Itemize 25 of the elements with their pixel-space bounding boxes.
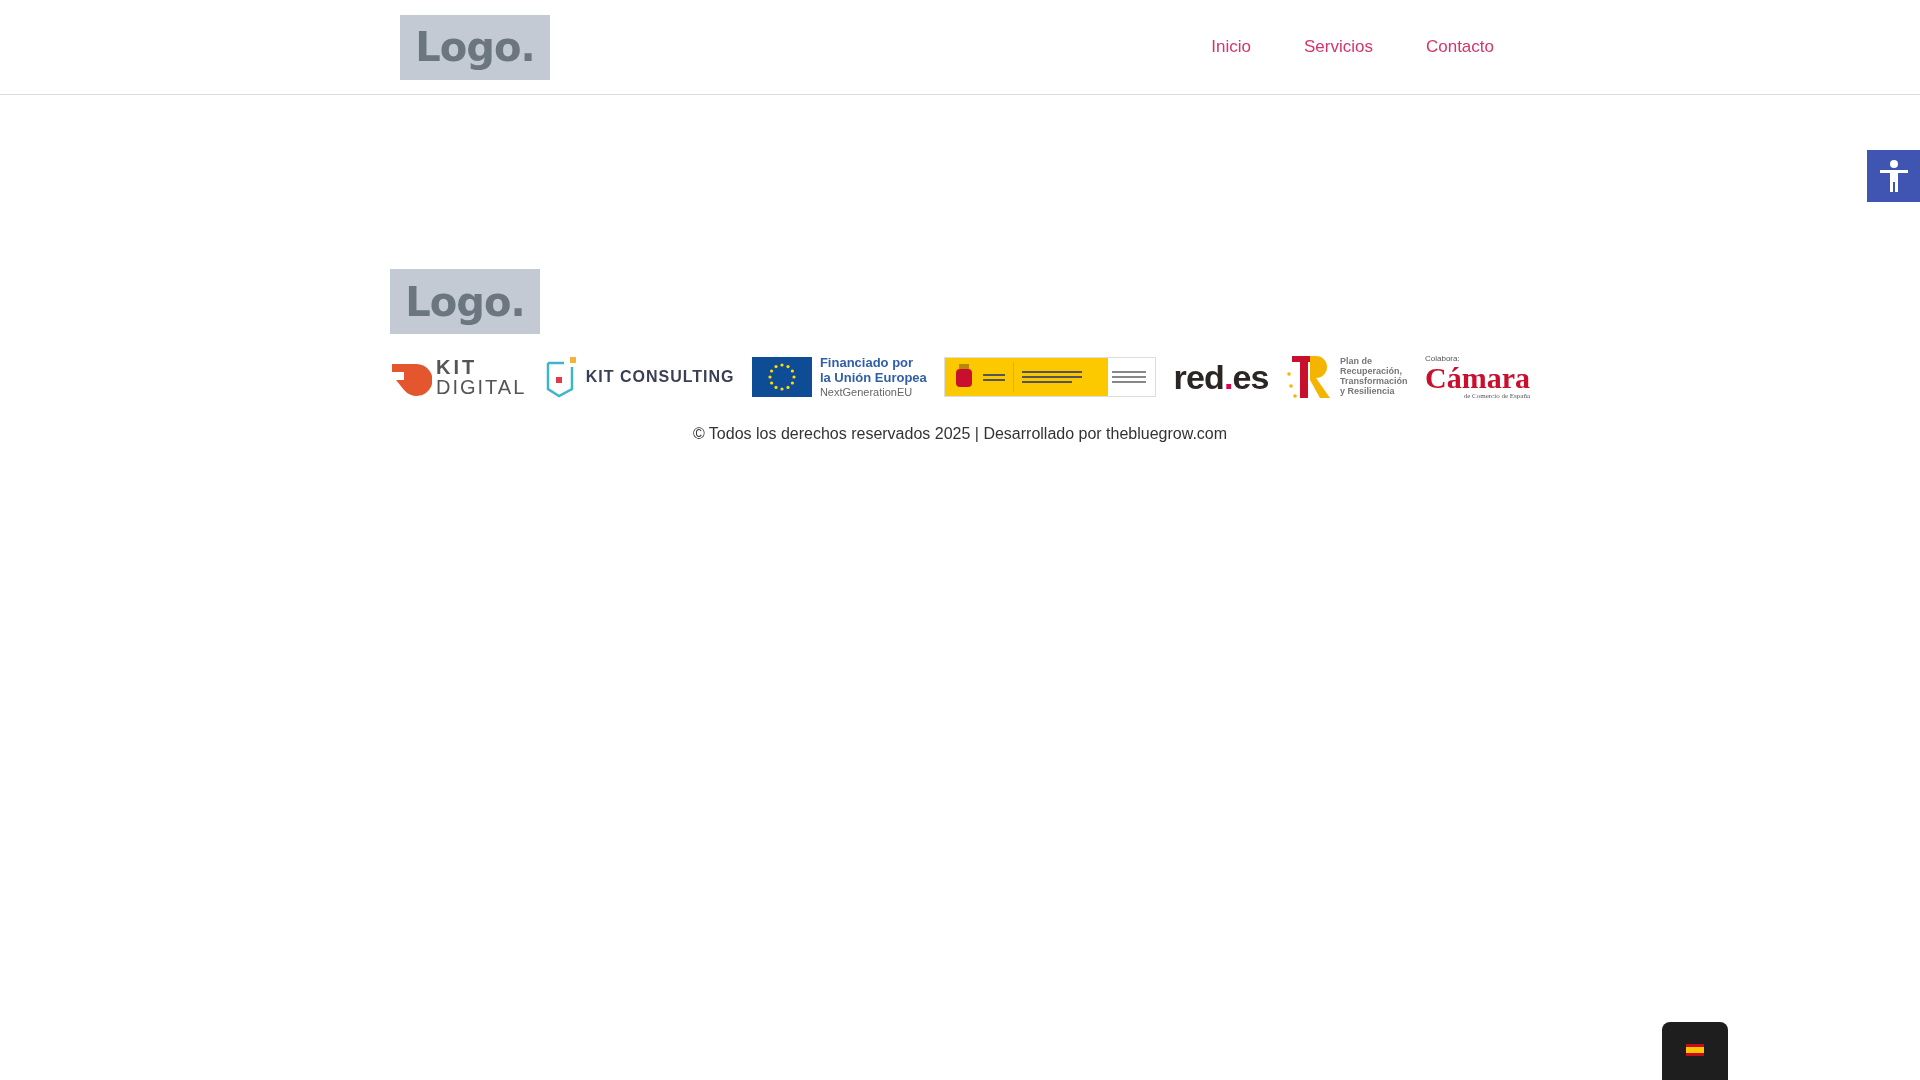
eu-funding-text: Financiado por bbox=[819, 355, 915, 371]
recovery-plan-text: Plan de bbox=[1340, 357, 1374, 367]
kit-consulting-text: KIT CONSULTING bbox=[585, 367, 735, 387]
tr-mark-icon bbox=[1286, 356, 1333, 398]
camara-logo-text: Cámara bbox=[1425, 362, 1530, 393]
language-switcher[interactable] bbox=[1662, 1022, 1728, 1080]
nav-link[interactable]: Servicios bbox=[1291, 26, 1386, 68]
site-logo: Logo. bbox=[390, 269, 540, 334]
domain-logo-text: red.es bbox=[1173, 360, 1269, 394]
accessibility-button[interactable] bbox=[1867, 150, 1920, 202]
copyright-text: © Todos los derechos reservados 2025 | Desarrollado por thebluegrow.com bbox=[691, 424, 1229, 444]
recovery-plan-text: Transformación bbox=[1340, 377, 1408, 387]
spain-flag-icon bbox=[1686, 1044, 1704, 1056]
next-generation-text: NextGenerationEU bbox=[819, 385, 914, 399]
kit-text: KIT bbox=[436, 357, 479, 377]
nav-link[interactable]: Inicio bbox=[1198, 26, 1264, 68]
eu-funding-text: la Unión Europea bbox=[819, 370, 927, 386]
recovery-plan-text: y Resiliencia bbox=[1340, 386, 1396, 397]
recovery-plan-text: Recuperación, bbox=[1340, 367, 1404, 377]
accessibility-icon bbox=[1878, 159, 1909, 193]
eu-flag-icon bbox=[751, 357, 812, 397]
collaborates-text: Colabora: bbox=[1425, 354, 1461, 363]
digital-text: DIGITAL bbox=[436, 377, 527, 397]
site-logo: Logo. bbox=[400, 14, 550, 80]
nav-link[interactable]: Contacto bbox=[1412, 26, 1507, 68]
